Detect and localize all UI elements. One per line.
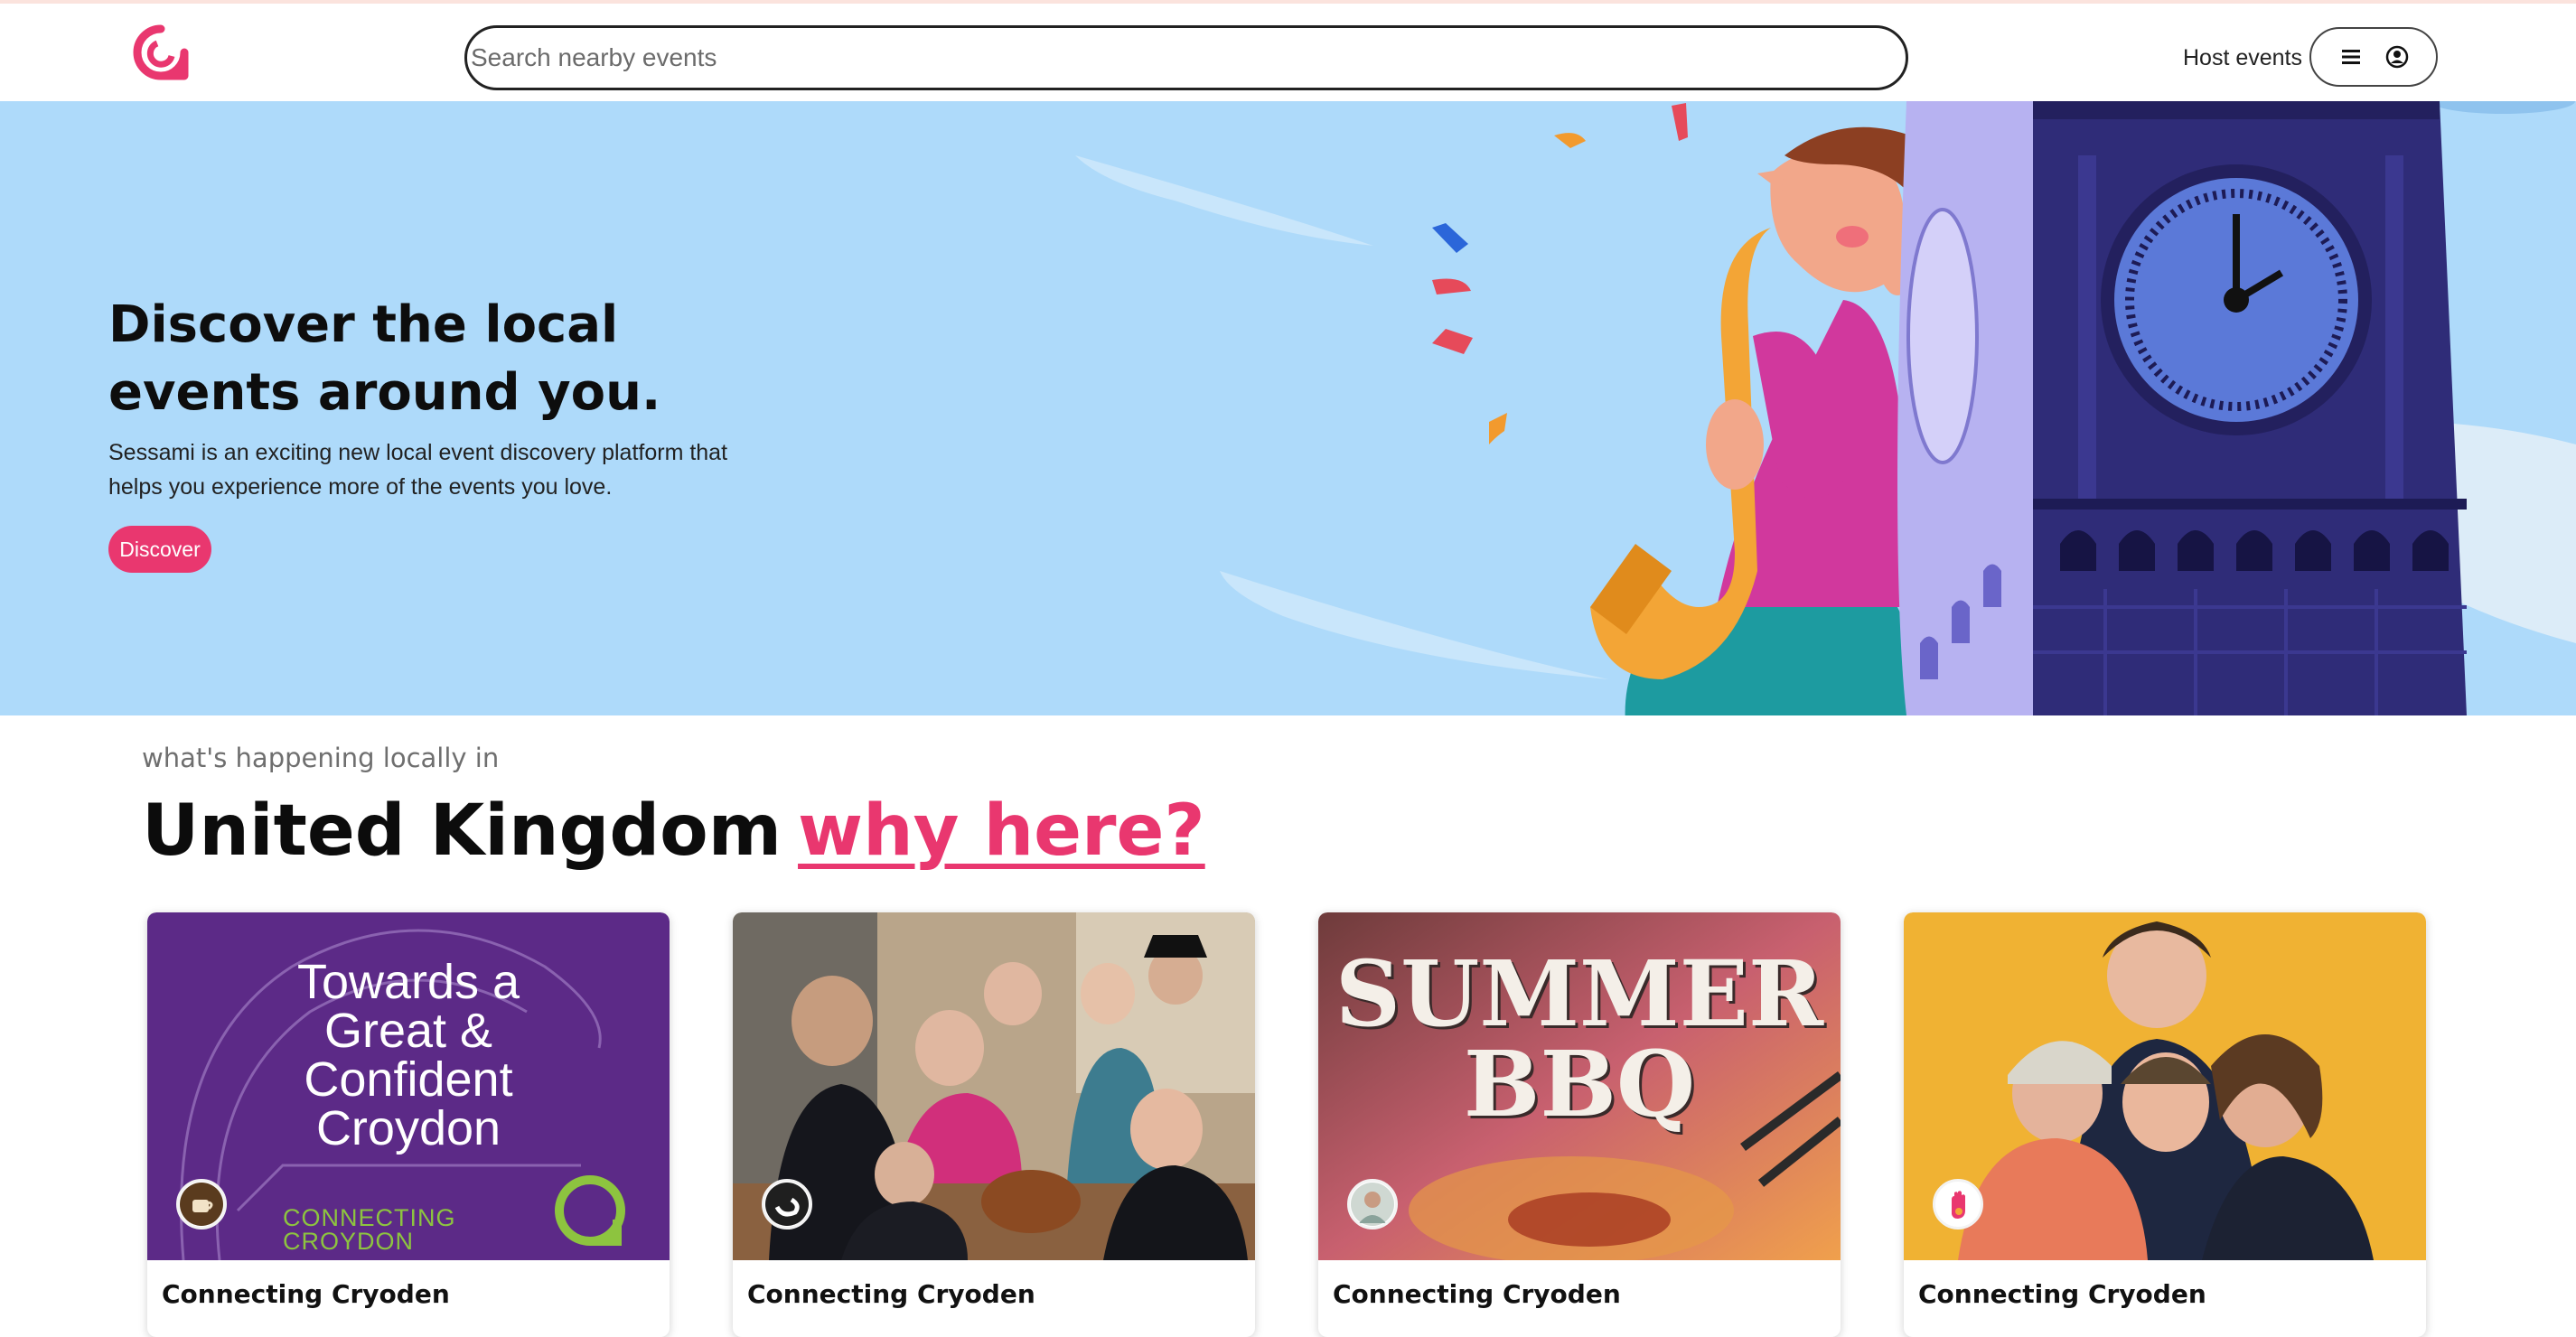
swirl-badge-icon (762, 1179, 812, 1229)
why-here-link[interactable]: why here? (798, 790, 1205, 872)
site-header: Host events (0, 4, 2576, 101)
event-title: Connecting Cryoden (1333, 1279, 1621, 1309)
hamburger-menu-icon (2341, 50, 2360, 64)
event-title: Connecting Cryoden (1918, 1279, 2206, 1309)
event-card[interactable]: SUMMER BBQ Connecting Cryoden (1318, 912, 1841, 1337)
hero-title: Discover the local events around you. (108, 295, 661, 422)
event-card[interactable]: Towards a Great & Confident Croydon CONN… (147, 912, 670, 1337)
location-name: United Kingdom (142, 790, 782, 872)
search-input[interactable] (464, 25, 1908, 90)
discover-button[interactable]: Discover (108, 526, 211, 573)
event-card[interactable]: Connecting Cryoden (733, 912, 1255, 1337)
user-circle-icon (2385, 45, 2408, 69)
event-image-headline: SUMMER BBQ (1335, 940, 1824, 1137)
location-heading: United Kingdom why here? (142, 786, 1205, 876)
event-image-headline: Towards a Great & Confident Croydon (296, 955, 520, 1155)
event-title: Connecting Cryoden (747, 1279, 1035, 1309)
host-events-link[interactable]: Host events (2183, 40, 2302, 76)
hero-description: Sessami is an exciting new local event d… (108, 440, 728, 500)
account-menu-button[interactable] (2309, 27, 2438, 87)
person-avatar-icon (1347, 1179, 1398, 1229)
event-card[interactable]: Connecting Cryoden (1904, 912, 2426, 1337)
location-intro: what's happening locally in (142, 743, 500, 773)
event-image-brand: CONNECTING CROYDON (283, 1204, 456, 1255)
hand-badge-icon (1933, 1179, 1983, 1229)
hero-banner: Discover the local events around you. Se… (0, 101, 2576, 715)
sessami-logo-icon[interactable] (132, 23, 190, 81)
event-title: Connecting Cryoden (162, 1279, 450, 1309)
coffee-cup-badge-icon (176, 1179, 227, 1229)
